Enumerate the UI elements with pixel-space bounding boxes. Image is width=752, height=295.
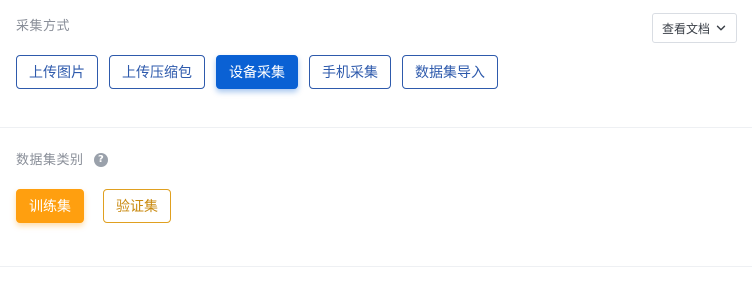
training-set-button[interactable]: 训练集 (16, 189, 84, 223)
device-capture-button[interactable]: 设备采集 (216, 55, 298, 89)
chevron-down-icon (715, 22, 727, 34)
section-divider (0, 127, 752, 128)
page: 采集方式 查看文档 上传图片 上传压缩包 设备采集 手机采集 数据集导入 数据集… (0, 0, 752, 295)
upload-archive-button[interactable]: 上传压缩包 (109, 55, 205, 89)
dataset-category-label: 数据集类别 (16, 153, 84, 168)
view-docs-button[interactable]: 查看文档 (652, 13, 737, 43)
dataset-category-options: 训练集 验证集 (16, 189, 171, 223)
phone-capture-button[interactable]: 手机采集 (309, 55, 391, 89)
collection-method-label: 采集方式 (16, 19, 71, 34)
view-docs-label: 查看文档 (661, 21, 710, 36)
question-circle-icon[interactable]: ? (94, 152, 109, 167)
validation-set-button[interactable]: 验证集 (103, 189, 171, 223)
collection-method-options: 上传图片 上传压缩包 设备采集 手机采集 数据集导入 (16, 55, 498, 89)
upload-images-button[interactable]: 上传图片 (16, 55, 98, 89)
bottom-divider (0, 266, 752, 267)
dataset-category-row: 数据集类别 ? (16, 149, 109, 168)
dataset-import-button[interactable]: 数据集导入 (402, 55, 498, 89)
